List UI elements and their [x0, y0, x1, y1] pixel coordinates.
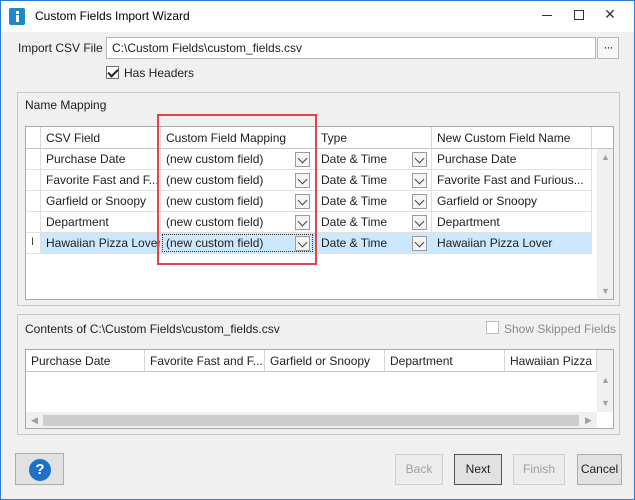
close-icon: ✕: [604, 6, 616, 22]
csv-path-field[interactable]: C:\Custom Fields\custom_fields.csv: [106, 37, 596, 59]
app-info-icon: [9, 8, 25, 25]
col-header-new-field-name[interactable]: New Custom Field Name: [432, 127, 592, 149]
csv-field-cell: Hawaiian Pizza Lover: [41, 233, 161, 254]
chevron-down-icon[interactable]: [412, 215, 427, 230]
table-row[interactable]: Garfield or Snoopy (new custom field) Da…: [26, 191, 597, 212]
mapping-value: (new custom field): [166, 194, 264, 208]
type-value: Date & Time: [321, 173, 388, 187]
type-combo[interactable]: Date & Time: [316, 212, 432, 233]
contents-title: Contents of C:\Custom Fields\custom_fiel…: [25, 322, 280, 336]
table-row[interactable]: Purchase Date (new custom field) Date & …: [26, 149, 597, 170]
type-value: Date & Time: [321, 194, 388, 208]
new-name-cell[interactable]: Favorite Fast and Furious...: [432, 170, 592, 191]
back-button[interactable]: Back: [395, 454, 443, 485]
chevron-down-icon[interactable]: [412, 173, 427, 188]
help-icon: ?: [29, 459, 51, 481]
scroll-up-icon[interactable]: ▲: [597, 372, 613, 389]
mapping-combo[interactable]: (new custom field): [161, 191, 316, 212]
contents-preview-grid: Purchase Date Favorite Fast and F... Gar…: [25, 349, 614, 429]
type-combo[interactable]: Date & Time: [316, 170, 432, 191]
row-header: I: [26, 233, 41, 254]
name-mapping-grid: CSV Field Custom Field Mapping Type New …: [25, 126, 614, 300]
import-csv-label: Import CSV File: [18, 41, 103, 55]
window-title: Custom Fields Import Wizard: [35, 9, 190, 23]
browse-button[interactable]: ···: [597, 37, 619, 59]
mapping-vertical-scrollbar[interactable]: ▲ ▼: [597, 149, 613, 299]
row-header: [26, 149, 41, 170]
wizard-window: Custom Fields Import Wizard ✕ Import CSV…: [0, 0, 635, 500]
csv-field-cell: Garfield or Snoopy: [41, 191, 161, 212]
col-header-type[interactable]: Type: [316, 127, 432, 149]
csv-field-cell: Favorite Fast and F...: [41, 170, 161, 191]
chevron-down-icon[interactable]: [412, 236, 427, 251]
close-button[interactable]: ✕: [595, 1, 625, 31]
row-header: [26, 212, 41, 233]
mapping-value: (new custom field): [166, 215, 264, 229]
maximize-button[interactable]: [564, 1, 594, 31]
new-name-cell[interactable]: Garfield or Snoopy: [432, 191, 592, 212]
minimize-icon: [542, 15, 552, 16]
new-name-cell[interactable]: Hawaiian Pizza Lover: [432, 233, 592, 254]
table-row-selected[interactable]: I Hawaiian Pizza Lover (new custom field…: [26, 233, 597, 254]
name-mapping-title: Name Mapping: [25, 98, 107, 112]
mapping-value: (new custom field): [166, 173, 264, 187]
type-combo[interactable]: Date & Time: [316, 233, 432, 254]
chevron-down-icon[interactable]: [412, 152, 427, 167]
row-header: [26, 170, 41, 191]
type-value: Date & Time: [321, 152, 388, 166]
minimize-button[interactable]: [532, 1, 562, 31]
maximize-icon: [574, 10, 584, 20]
mapping-combo[interactable]: (new custom field): [161, 149, 316, 170]
mapping-value: (new custom field): [166, 152, 264, 166]
preview-col-header[interactable]: Hawaiian Pizza L: [505, 350, 597, 372]
scroll-left-icon[interactable]: ◀: [26, 412, 43, 428]
title-bar: Custom Fields Import Wizard ✕: [1, 1, 634, 32]
row-header: [26, 191, 41, 212]
preview-col-header[interactable]: Garfield or Snoopy: [265, 350, 385, 372]
chevron-down-icon[interactable]: [295, 215, 310, 230]
mapping-combo[interactable]: (new custom field): [161, 212, 316, 233]
cancel-button[interactable]: Cancel: [577, 454, 622, 485]
preview-horizontal-scrollbar[interactable]: ◀ ▶: [26, 412, 597, 428]
chevron-down-icon[interactable]: [412, 194, 427, 209]
chevron-down-icon[interactable]: [295, 173, 310, 188]
chevron-down-icon[interactable]: [295, 152, 310, 167]
col-header-custom-field-mapping[interactable]: Custom Field Mapping: [161, 127, 316, 149]
preview-vertical-scrollbar[interactable]: ▲ ▼: [597, 350, 613, 412]
preview-col-header[interactable]: Favorite Fast and F...: [145, 350, 265, 372]
type-value: Date & Time: [321, 236, 388, 250]
col-header-csv-field[interactable]: CSV Field: [41, 127, 161, 149]
type-value: Date & Time: [321, 215, 388, 229]
col-header-filler: [592, 127, 613, 149]
horizontal-scroll-thumb[interactable]: [43, 415, 579, 426]
scroll-right-icon[interactable]: ▶: [580, 412, 597, 428]
text-cursor-icon: I: [31, 236, 35, 248]
preview-col-header[interactable]: Department: [385, 350, 505, 372]
next-button[interactable]: Next: [454, 454, 502, 485]
table-row[interactable]: Favorite Fast and F... (new custom field…: [26, 170, 597, 191]
focus-rect: [162, 234, 313, 252]
type-combo[interactable]: Date & Time: [316, 149, 432, 170]
table-row[interactable]: Department (new custom field) Date & Tim…: [26, 212, 597, 233]
new-name-cell[interactable]: Purchase Date: [432, 149, 592, 170]
chevron-down-icon[interactable]: [295, 194, 310, 209]
scroll-up-icon[interactable]: ▲: [597, 149, 613, 166]
mapping-combo[interactable]: (new custom field): [161, 233, 316, 254]
scroll-down-icon[interactable]: ▼: [597, 283, 613, 299]
new-name-cell[interactable]: Department: [432, 212, 592, 233]
preview-col-header[interactable]: Purchase Date: [26, 350, 145, 372]
csv-field-cell: Department: [41, 212, 161, 233]
csv-field-cell: Purchase Date: [41, 149, 161, 170]
ellipsis-icon: ···: [603, 40, 614, 54]
row-header-corner: [26, 127, 41, 149]
help-button[interactable]: ?: [15, 453, 64, 485]
has-headers-label: Has Headers: [124, 66, 195, 80]
finish-button[interactable]: Finish: [513, 454, 565, 485]
type-combo[interactable]: Date & Time: [316, 191, 432, 212]
mapping-combo[interactable]: (new custom field): [161, 170, 316, 191]
scroll-down-icon[interactable]: ▼: [597, 395, 613, 412]
show-skipped-label: Show Skipped Fields: [504, 322, 617, 336]
has-headers-checkbox[interactable]: [106, 66, 119, 79]
show-skipped-checkbox[interactable]: [486, 321, 499, 334]
